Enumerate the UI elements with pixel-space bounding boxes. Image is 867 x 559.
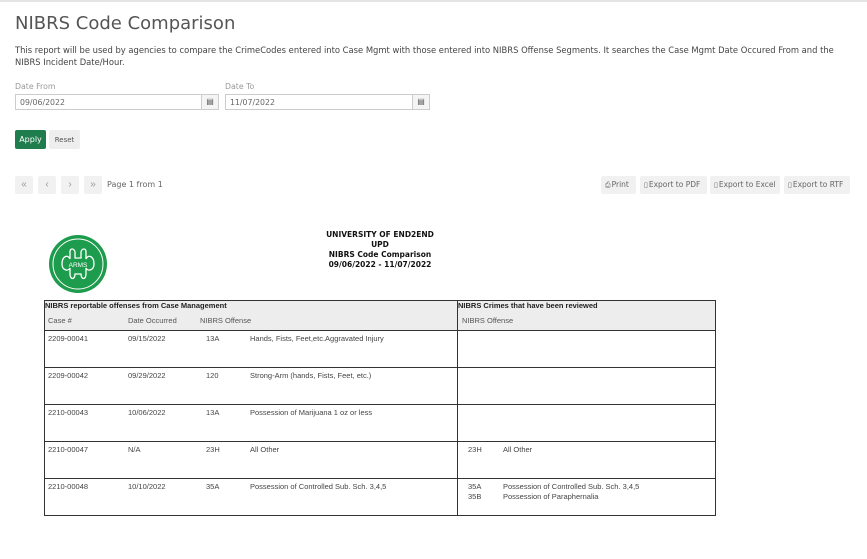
calendar-icon[interactable]: ▤	[201, 95, 218, 109]
date-from-field: ▤	[15, 94, 219, 110]
reviewed-offense: 35A Possession of Controlled Sub. Sch. 3,…	[458, 479, 715, 492]
file-icon: ▯	[788, 181, 792, 189]
col-reviewed-offense-header: NIBRS Offense	[457, 316, 716, 331]
table-row: 2210-00047 N/A 23H All Other 23H All Other	[44, 441, 716, 479]
left-section-header: NIBRS reportable offenses from Case Mana…	[44, 300, 458, 316]
reviewed-offense-description: Possession of Controlled Sub. Sch. 3,4,5	[503, 482, 640, 491]
offense-code: 23H	[206, 445, 220, 454]
date-occurred: 10/10/2022	[128, 482, 166, 491]
offense-code: 13A	[206, 334, 220, 343]
col-offense-header: NIBRS Offense	[200, 316, 252, 325]
print-icon: ⎙	[605, 181, 611, 189]
table-subheader-row: Case # Date Occurred NIBRS Offense NIBRS O…	[44, 316, 716, 331]
col-case-header: Case #	[48, 316, 72, 325]
case-number: 2210-00047	[48, 445, 89, 454]
export-pdf-label: Export to PDF	[648, 180, 701, 189]
reviewed-offense: 35B Possession of Paraphernalia	[458, 492, 715, 502]
table-row: 2210-00048 10/10/2022 35A Possession of Con…	[44, 478, 716, 516]
page-description: This report will be used by agencies to …	[15, 45, 834, 67]
last-page-button[interactable]: »	[84, 176, 102, 194]
page-info: Page 1 from 1	[107, 180, 163, 189]
offense-description: All Other	[250, 445, 280, 454]
top-border	[0, 0, 867, 2]
report-range: 09/06/2022 - 11/07/2022	[328, 260, 432, 269]
export-rtf-button[interactable]: ▯Export to RTF	[784, 176, 850, 194]
col-date-header: Date Occurred	[128, 316, 177, 325]
report-dept: UPD	[371, 240, 389, 249]
export-rtf-label: Export to RTF	[792, 180, 844, 189]
report-org: UNIVERSITY OF END2END	[326, 230, 434, 239]
arms-logo: ARMS	[49, 235, 107, 293]
case-number: 2210-00043	[48, 408, 89, 417]
reviewed-offense-code: 23H	[468, 445, 482, 454]
report-name: NIBRS Code Comparison	[328, 250, 432, 259]
offense-description: Strong-Arm (hands, Fists, Feet, etc.)	[250, 371, 372, 380]
comparison-table: NIBRS reportable offenses from Case Mana…	[44, 300, 716, 516]
case-number: 2209-00041	[48, 334, 89, 343]
table-header-row: NIBRS reportable offenses from Case Mana…	[44, 300, 716, 316]
reviewed-offense-description: Possession of Paraphernalia	[503, 492, 599, 501]
reviewed-offense-code: 35A	[468, 482, 482, 491]
page-title: NIBRS Code Comparison	[15, 13, 236, 34]
table-row: 2209-00042 09/29/2022 120 Strong-Arm (hands…	[44, 367, 716, 405]
export-excel-label: Export to Excel	[718, 180, 776, 189]
calendar-icon[interactable]: ▤	[412, 95, 429, 109]
offense-description: Possession of Marijuana 1 oz or less	[250, 408, 373, 417]
first-page-button[interactable]: «	[15, 176, 33, 194]
date-from-label: Date From	[15, 82, 56, 91]
offense-code: 13A	[206, 408, 220, 417]
logo-text: ARMS	[69, 262, 88, 269]
export-excel-button[interactable]: ▯Export to Excel	[710, 176, 780, 194]
file-icon: ▯	[714, 181, 718, 189]
prev-page-button[interactable]: ‹	[38, 176, 56, 194]
date-occurred: N/A	[128, 445, 141, 454]
right-section-header: NIBRS Crimes that have been reviewed	[457, 300, 716, 316]
case-number: 2210-00048	[48, 482, 89, 491]
print-label: Print	[611, 180, 629, 189]
reviewed-offense-description: All Other	[503, 445, 533, 454]
reviewed-offense-code: 35B	[468, 492, 482, 501]
print-button[interactable]: ⎙Print	[601, 176, 636, 194]
date-to-label: Date To	[225, 82, 255, 91]
offense-description: Hands, Fists, Feet,etc.Aggravated Injury	[250, 334, 384, 343]
export-pdf-button[interactable]: ▯Export to PDF	[640, 176, 707, 194]
table-row: 2209-00041 09/15/2022 13A Hands, Fists, Fee…	[44, 330, 716, 368]
date-to-field: ▤	[225, 94, 430, 110]
date-occurred: 09/15/2022	[128, 334, 166, 343]
case-number: 2209-00042	[48, 371, 89, 380]
table-row: 2210-00043 10/06/2022 13A Possession of Mar…	[44, 404, 716, 442]
date-occurred: 10/06/2022	[128, 408, 166, 417]
offense-code: 35A	[206, 482, 220, 491]
offense-code: 120	[206, 371, 219, 380]
date-to-input[interactable]	[230, 97, 380, 108]
apply-button[interactable]: Apply	[15, 130, 46, 149]
report-header: UNIVERSITY OF END2END UPD NIBRS Code Com…	[300, 230, 460, 270]
reset-button[interactable]: Reset	[49, 130, 80, 149]
next-page-button[interactable]: ›	[61, 176, 79, 194]
reviewed-offense: 23H All Other	[458, 442, 715, 455]
offense-description: Possession of Controlled Sub. Sch. 3,4,5	[250, 482, 387, 491]
date-occurred: 09/29/2022	[128, 371, 166, 380]
file-icon: ▯	[644, 181, 648, 189]
date-from-input[interactable]	[20, 97, 170, 108]
